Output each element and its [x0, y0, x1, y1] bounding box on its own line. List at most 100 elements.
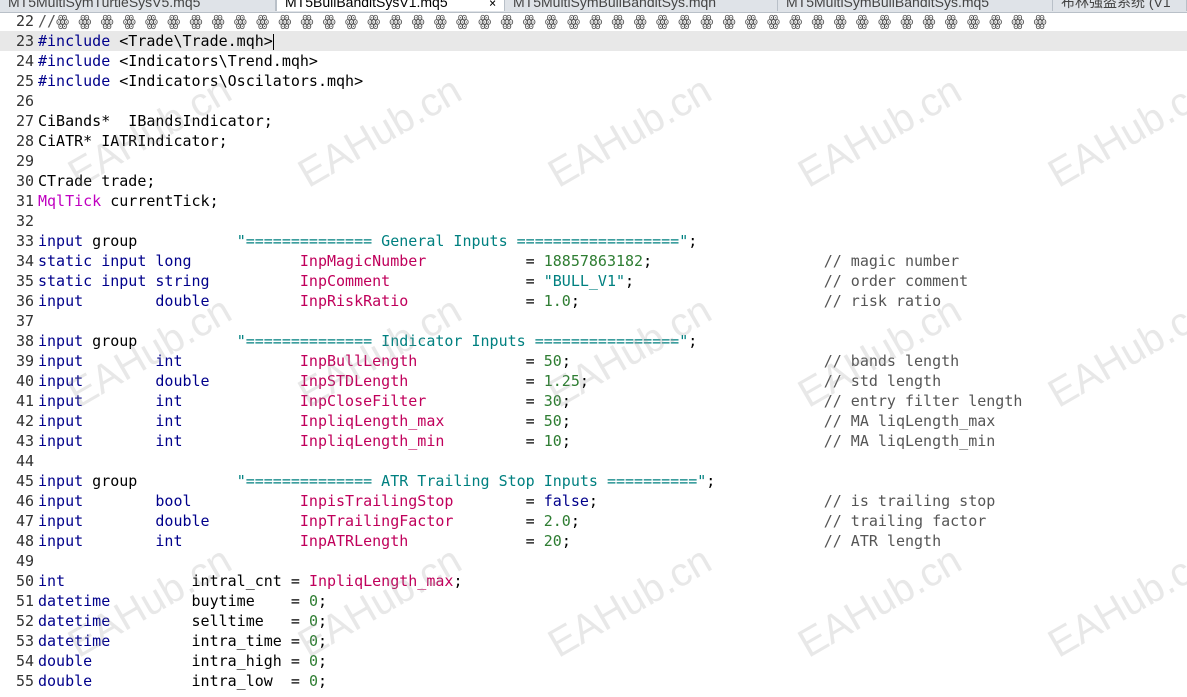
code-line[interactable]: 30 CTrade trade; — [0, 171, 1187, 191]
line-number: 48 — [15, 532, 34, 550]
code-line[interactable]: 52 datetime selltime = 0; — [0, 611, 1187, 631]
code-token: // trailing factor — [823, 512, 987, 530]
code-token: long — [155, 252, 192, 270]
code-token: = — [408, 372, 544, 390]
code-line[interactable]: 40 input double InpSTDLength = 1.25; // s… — [0, 371, 1187, 391]
line-number: 34 — [15, 252, 34, 270]
code-line[interactable]: 23 #include <Trade\Trade.mqh> — [0, 31, 1187, 51]
code-text: //ꙮ ꙮ ꙮ ꙮ ꙮ ꙮ ꙮ ꙮ ꙮ ꙮ ꙮ ꙮ ꙮ ꙮ ꙮ ꙮ ꙮ ꙮ ꙮ … — [38, 12, 1047, 31]
code-line[interactable]: 43 input int InpliqLength_min = 10; // MA… — [0, 431, 1187, 451]
code-line[interactable]: 35 static input string InpComment = "BULL… — [0, 271, 1187, 291]
code-line[interactable]: 42 input int InpliqLength_max = 50; // MA… — [0, 411, 1187, 431]
code-token: InpisTrailingStop — [299, 492, 454, 510]
code-token: ; — [688, 232, 698, 250]
code-line[interactable]: 36 input double InpRiskRatio = 1.0; // ri… — [0, 291, 1187, 311]
tab-label: MT5MultiSymTurtleSysV5.mq5 — [8, 0, 201, 10]
code-text: input double InpRiskRatio = 1.0; // risk… — [38, 291, 941, 311]
text-cursor — [272, 33, 274, 50]
line-number: 28 — [15, 132, 34, 150]
code-token: int — [38, 572, 66, 590]
code-line[interactable]: 55 double intra_low = 0; — [0, 671, 1187, 691]
code-line[interactable]: 41 input int InpCloseFilter = 30; // entr… — [0, 391, 1187, 411]
line-number: 29 — [15, 152, 34, 170]
code-token: ; — [561, 352, 824, 370]
code-line[interactable]: 46 input bool InpisTrailingStop = false; … — [0, 491, 1187, 511]
code-token: InpRiskRatio — [299, 292, 409, 310]
code-token: intra_low = — [92, 672, 309, 690]
code-line[interactable]: 53 datetime intra_time = 0; — [0, 631, 1187, 651]
code-line[interactable]: 38 input group "============== Indicator … — [0, 331, 1187, 351]
tab-1[interactable]: MT5BullBanditSysV1.mq5 — [276, 0, 505, 11]
code-line[interactable]: 37 — [0, 311, 1187, 331]
code-token: CTrade trade; — [38, 172, 156, 190]
code-token: double — [155, 292, 210, 310]
line-number: 47 — [15, 512, 34, 530]
code-line[interactable]: 28 CiATR* IATRIndicator; — [0, 131, 1187, 151]
code-text: static input long InpMagicNumber = 18857… — [38, 251, 959, 271]
code-token: #include — [38, 32, 111, 50]
code-token: // std length — [823, 372, 942, 390]
code-line[interactable]: 29 — [0, 151, 1187, 171]
code-line[interactable]: 39 input int InpBullLength = 50; // bands… — [0, 351, 1187, 371]
code-line[interactable]: 54 double intra_high = 0; — [0, 651, 1187, 671]
code-text: input group "============== ATR Trailing… — [38, 471, 715, 491]
code-token: ; — [570, 292, 824, 310]
code-token: 30 — [543, 392, 562, 410]
code-token: // entry filter length — [823, 392, 1023, 410]
code-token: input — [38, 392, 84, 410]
code-text: input bool InpisTrailingStop = false; //… — [38, 491, 995, 511]
tab-3[interactable]: MT5MultiSymBullBanditSys.mq5 — [778, 0, 1053, 11]
tab-4[interactable]: 布林强盗系统 (V1 — [1053, 0, 1187, 11]
code-line[interactable]: 49 — [0, 551, 1187, 571]
code-text: CTrade trade; — [38, 171, 155, 191]
code-text: input int InpCloseFilter = 30; // entry … — [38, 391, 1022, 411]
code-line[interactable]: 48 input int InpATRLength = 20; // ATR le… — [0, 531, 1187, 551]
code-line[interactable]: 24 #include <Indicators\Trend.mqh> — [0, 51, 1187, 71]
code-line[interactable]: 45 input group "============== ATR Traili… — [0, 471, 1187, 491]
tab-2[interactable]: MT5MultiSymBullBanditSys.mqh — [505, 0, 778, 11]
tab-0[interactable]: MT5MultiSymTurtleSysV5.mq5 — [0, 0, 276, 11]
code-line[interactable]: 31 MqlTick currentTick; — [0, 191, 1187, 211]
code-text: double intra_low = 0; — [38, 671, 327, 691]
code-token: selltime = — [110, 612, 309, 630]
code-token: input — [38, 432, 84, 450]
code-line[interactable]: 34 static input long InpMagicNumber = 188… — [0, 251, 1187, 271]
line-number: 30 — [15, 172, 34, 190]
code-line[interactable]: 27 CiBands* IBandsIndicator; — [0, 111, 1187, 131]
code-line[interactable]: 22//ꙮ ꙮ ꙮ ꙮ ꙮ ꙮ ꙮ ꙮ ꙮ ꙮ ꙮ ꙮ ꙮ ꙮ ꙮ ꙮ ꙮ ꙮ … — [0, 12, 1187, 31]
code-text: CiATR* IATRIndicator; — [38, 131, 228, 151]
close-icon[interactable]: × — [489, 0, 496, 10]
code-token: datetime — [38, 592, 111, 610]
code-line[interactable]: 47 input double InpTrailingFactor = 2.0; … — [0, 511, 1187, 531]
code-line[interactable]: 50 int intral_cnt = InpliqLength_max; — [0, 571, 1187, 591]
code-text: datetime selltime = 0; — [38, 611, 327, 631]
code-token: InpliqLength_max — [299, 412, 445, 430]
code-line[interactable]: 32 — [0, 211, 1187, 231]
code-token: ; — [453, 572, 463, 590]
line-number: 45 — [15, 472, 34, 490]
code-line[interactable]: 25 #include <Indicators\Oscilators.mqh> — [0, 71, 1187, 91]
line-number: 33 — [15, 232, 34, 250]
code-token: input — [38, 492, 84, 510]
line-number: 38 — [15, 332, 34, 350]
code-line[interactable]: 26 — [0, 91, 1187, 111]
code-token: double — [38, 672, 93, 690]
code-token: ; — [570, 512, 824, 530]
code-line[interactable]: 51 datetime buytime = 0; — [0, 591, 1187, 611]
code-token: InpComment — [299, 272, 391, 290]
code-line[interactable]: 33 input group "============== General In… — [0, 231, 1187, 251]
code-line[interactable]: 44 — [0, 451, 1187, 471]
code-token: ; — [317, 632, 327, 650]
code-token: group — [83, 332, 237, 350]
code-editor[interactable]: 22//ꙮ ꙮ ꙮ ꙮ ꙮ ꙮ ꙮ ꙮ ꙮ ꙮ ꙮ ꙮ ꙮ ꙮ ꙮ ꙮ ꙮ ꙮ … — [0, 12, 1187, 697]
code-token: datetime — [38, 632, 111, 650]
code-text: MqlTick currentTick; — [38, 191, 219, 211]
code-token: CiBands* IBandsIndicator; — [38, 112, 273, 130]
code-token: = — [426, 252, 544, 270]
code-token: // ATR length — [823, 532, 942, 550]
code-token: 0 — [308, 672, 318, 690]
